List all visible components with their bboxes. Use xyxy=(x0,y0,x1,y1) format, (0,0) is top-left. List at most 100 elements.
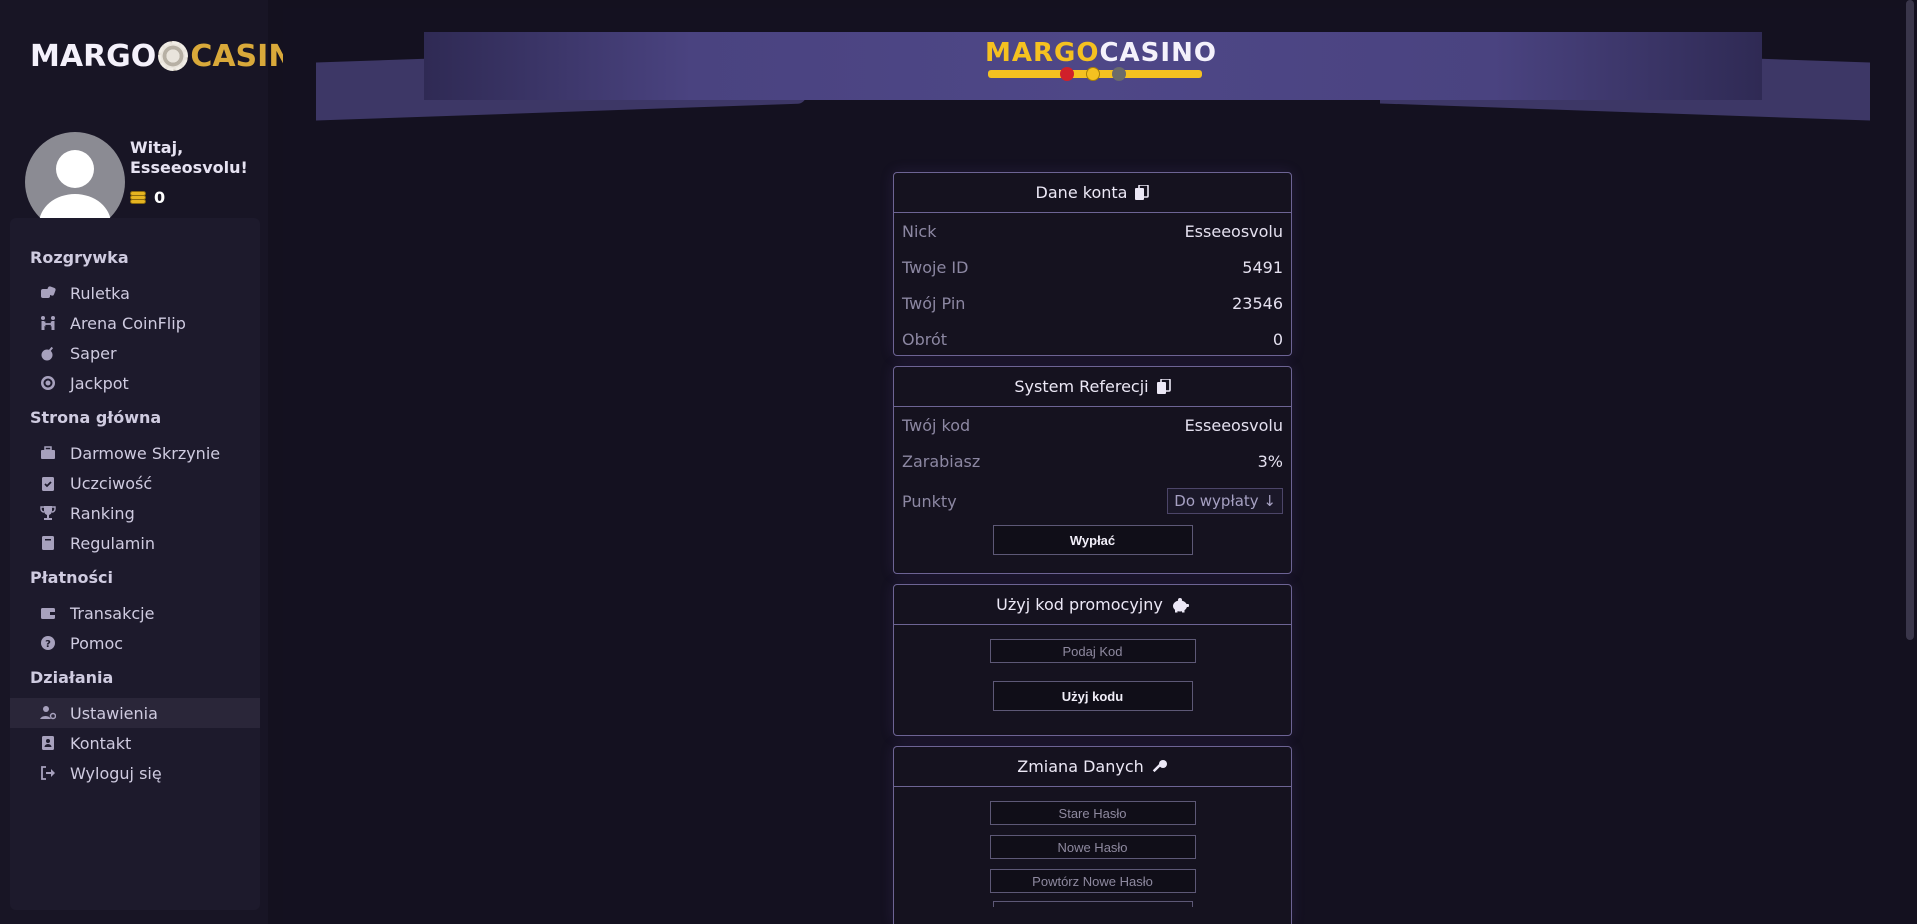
sidebar-item-label: Ruletka xyxy=(70,283,130,303)
repeat-password-input[interactable] xyxy=(989,869,1196,893)
sidebar-item-ranking[interactable]: Ranking xyxy=(10,498,260,528)
trophy-icon xyxy=(40,505,56,521)
sidebar-item-uczciwosc[interactable]: Uczciwość xyxy=(10,468,260,498)
referral-row-code: Twój kod Esseeosvolu xyxy=(894,407,1291,443)
withdraw-button[interactable]: Wypłać xyxy=(992,525,1193,555)
sidebar-item-label: Uczciwość xyxy=(70,473,153,493)
question-circle-icon: ? xyxy=(40,635,56,651)
sidebar-item-label: Darmowe Skrzynie xyxy=(70,443,221,463)
clipboard-check-icon xyxy=(40,475,56,491)
account-card-title: Dane konta xyxy=(1035,183,1128,202)
people-arrows-icon xyxy=(40,315,56,331)
banner: MARGOCASINO xyxy=(316,24,1870,124)
row-label: Zarabiasz xyxy=(902,451,981,471)
copy-icon[interactable] xyxy=(1135,184,1150,201)
row-label: Twoje ID xyxy=(902,257,969,277)
sidebar-item-label: Regulamin xyxy=(70,533,155,553)
sidebar-item-label: Wyloguj się xyxy=(70,763,162,783)
banner-logo-yellow: MARGO xyxy=(985,38,1100,68)
promo-card-title: Użyj kod promocyjny xyxy=(996,595,1163,614)
casino-chip-icon xyxy=(158,41,189,71)
sign-out-icon xyxy=(40,765,56,781)
banner-logo-white: CASINO xyxy=(1099,38,1217,68)
sidebar-item-ruletka[interactable]: Ruletka xyxy=(10,278,260,308)
sidebar-item-saper[interactable]: Saper xyxy=(10,338,260,368)
change-data-card-title: Zmiana Danych xyxy=(1017,757,1144,776)
referral-row-points: Punkty Do wypłaty ↓ xyxy=(894,479,1291,523)
greeting: Witaj, Esseeosvolu! xyxy=(130,138,248,177)
bomb-icon xyxy=(40,345,56,361)
sidebar-logo[interactable]: MARGO CASINO xyxy=(30,36,319,76)
balance-value: 0 xyxy=(154,188,166,207)
sidebar-item-label: Kontakt xyxy=(70,733,132,753)
svg-text:?: ? xyxy=(45,639,51,650)
row-value: 23546 xyxy=(1232,293,1283,313)
wallet-icon xyxy=(40,605,56,621)
sidebar-item-label: Saper xyxy=(70,343,117,363)
sidebar-item-label: Arena CoinFlip xyxy=(70,313,186,333)
submit-button-partial[interactable] xyxy=(992,901,1193,907)
referral-card-title: System Referecji xyxy=(1014,377,1149,396)
row-value: 3% xyxy=(1257,451,1283,471)
page-scrollbar[interactable] xyxy=(1906,0,1914,640)
row-label: Twój kod xyxy=(902,415,971,435)
row-value: Esseeosvolu xyxy=(1184,221,1283,241)
sidebar-item-label: Ranking xyxy=(70,503,135,523)
sidebar-item-jackpot[interactable]: Jackpot xyxy=(10,368,260,398)
row-label: Twój Pin xyxy=(902,293,966,313)
sidebar-item-arena-coinflip[interactable]: Arena CoinFlip xyxy=(10,308,260,338)
sidebar-item-kontakt[interactable]: Kontakt xyxy=(10,728,260,758)
nav-heading-dzialania: Działania xyxy=(30,668,114,687)
book-icon xyxy=(40,535,56,551)
account-row-obrot: Obrót 0 xyxy=(894,321,1291,357)
row-label: Nick xyxy=(902,221,937,241)
promo-code-input[interactable] xyxy=(989,639,1196,663)
points-dropdown[interactable]: Do wypłaty ↓ xyxy=(1167,488,1283,514)
logo-text-left: MARGO xyxy=(30,38,157,74)
referral-card: System Referecji Twój kod Esseeosvolu Za… xyxy=(893,366,1292,574)
account-card-header: Dane konta xyxy=(894,173,1291,213)
balance: 0 xyxy=(130,188,165,207)
sidebar-item-label: Jackpot xyxy=(70,373,129,393)
user-cog-icon xyxy=(40,705,56,721)
old-password-input[interactable] xyxy=(989,801,1196,825)
nav-heading-rozgrywka: Rozgrywka xyxy=(30,248,129,267)
sidebar-item-pomoc[interactable]: ? Pomoc xyxy=(10,628,260,658)
referral-row-earn: Zarabiasz 3% xyxy=(894,443,1291,479)
sidebar-item-regulamin[interactable]: Regulamin xyxy=(10,528,260,558)
coins-icon xyxy=(130,190,146,205)
row-value: Esseeosvolu xyxy=(1184,415,1283,435)
sidebar-item-label: Transakcje xyxy=(70,603,155,623)
main-content: MARGOCASINO Dane konta Nick Esseeosvolu … xyxy=(283,8,1900,924)
sidebar-item-label: Ustawienia xyxy=(70,703,158,723)
sidebar-item-ustawienia[interactable]: Ustawienia xyxy=(10,698,260,728)
piggy-bank-icon xyxy=(1171,597,1189,613)
key-icon xyxy=(1152,759,1168,775)
row-value: 0 xyxy=(1272,329,1283,349)
row-value: 5491 xyxy=(1242,257,1283,277)
use-code-button[interactable]: Użyj kodu xyxy=(992,681,1193,711)
sidebar-nav: Rozgrywka Ruletka Arena CoinFlip Saper J… xyxy=(10,218,260,910)
dice-icon xyxy=(40,285,56,301)
new-password-input[interactable] xyxy=(989,835,1196,859)
promo-card-header: Użyj kod promocyjny xyxy=(894,585,1291,625)
sidebar-item-transakcje[interactable]: Transakcje xyxy=(10,598,260,628)
account-row-id: Twoje ID 5491 xyxy=(894,249,1291,285)
address-book-icon xyxy=(40,735,56,751)
nav-heading-strona-glowna: Strona główna xyxy=(30,408,162,427)
row-label: Obrót xyxy=(902,329,948,349)
banner-logo[interactable]: MARGOCASINO xyxy=(985,38,1216,88)
avatar xyxy=(25,132,125,232)
account-row-nick: Nick Esseeosvolu xyxy=(894,213,1291,249)
banner-logo-bar xyxy=(988,67,1202,81)
sidebar: MARGO CASINO Witaj, Esseeosvolu! 0 Rozgr… xyxy=(0,0,319,924)
referral-card-header: System Referecji xyxy=(894,367,1291,407)
sidebar-item-wyloguj[interactable]: Wyloguj się xyxy=(10,758,260,788)
row-label: Punkty xyxy=(902,491,957,511)
promo-card: Użyj kod promocyjny Użyj kodu xyxy=(893,584,1292,736)
change-data-card-header: Zmiana Danych xyxy=(894,747,1291,787)
account-card: Dane konta Nick Esseeosvolu Twoje ID 549… xyxy=(893,172,1292,356)
copy-icon[interactable] xyxy=(1156,378,1171,395)
sidebar-item-label: Pomoc xyxy=(70,633,124,653)
sidebar-item-darmowe-skrzynie[interactable]: Darmowe Skrzynie xyxy=(10,438,260,468)
